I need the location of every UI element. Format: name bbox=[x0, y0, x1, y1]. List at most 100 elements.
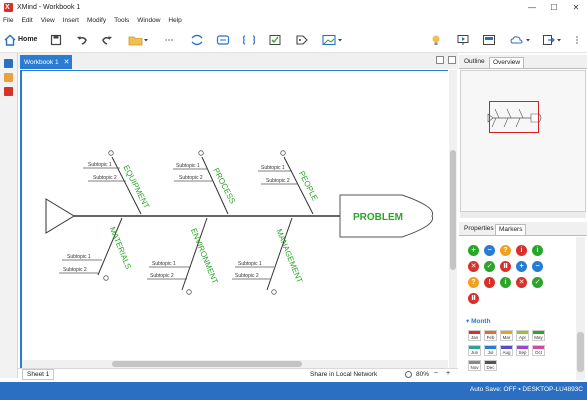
month-jul[interactable]: Jul bbox=[484, 345, 497, 356]
editor-maximize-button[interactable] bbox=[448, 56, 456, 64]
bone-environment-handle[interactable] bbox=[186, 289, 192, 295]
subtopic-process-1[interactable]: Subtopic 1 bbox=[176, 163, 200, 169]
markers-scroll-thumb[interactable] bbox=[577, 332, 584, 372]
subtopic-management-1[interactable]: Subtopic 1 bbox=[238, 261, 262, 267]
subtopic-equipment-1[interactable]: Subtopic 1 bbox=[88, 162, 112, 168]
info-green-2-marker-icon[interactable]: i bbox=[500, 277, 511, 288]
month-may[interactable]: May bbox=[532, 330, 545, 341]
x-marker-icon[interactable]: ✕ bbox=[468, 261, 479, 272]
toolbar-overflow-button[interactable] bbox=[572, 31, 582, 48]
canvas-horizontal-scrollbar[interactable] bbox=[22, 360, 448, 368]
question-marker-icon[interactable]: ? bbox=[500, 245, 511, 256]
library-icon[interactable] bbox=[4, 87, 13, 96]
month-dec[interactable]: Dec bbox=[484, 360, 497, 371]
subtopic-process-2[interactable]: Subtopic 2 bbox=[179, 175, 203, 181]
horizontal-scroll-thumb[interactable] bbox=[112, 361, 302, 367]
zoom-icon[interactable] bbox=[405, 371, 412, 378]
presentation-button[interactable] bbox=[456, 31, 470, 48]
subtopic-materials-2[interactable]: Subtopic 2 bbox=[63, 267, 87, 273]
month-aug[interactable]: Aug bbox=[500, 345, 513, 356]
bone-equipment-handle[interactable] bbox=[108, 150, 114, 156]
minimize-button[interactable]: — bbox=[521, 0, 543, 14]
add-marker-icon[interactable]: + bbox=[468, 245, 479, 256]
month-oct[interactable]: Oct bbox=[532, 345, 545, 356]
x-red-marker-icon[interactable]: ✕ bbox=[516, 277, 527, 288]
menu-edit[interactable]: Edit bbox=[21, 17, 32, 24]
bookmark-icon[interactable] bbox=[4, 73, 13, 82]
month-mar[interactable]: Mar bbox=[500, 330, 513, 341]
pause-red-marker-icon[interactable]: Ⅱ bbox=[468, 293, 479, 304]
add-blue-marker-icon[interactable]: + bbox=[516, 261, 527, 272]
menu-file[interactable]: File bbox=[3, 17, 13, 24]
tab-workbook-1[interactable]: Workbook 1 ✕ bbox=[20, 55, 72, 69]
zoom-out-button[interactable]: − bbox=[434, 370, 438, 377]
open-folder-button[interactable] bbox=[128, 31, 148, 48]
close-button[interactable]: ✕ bbox=[565, 0, 587, 14]
overview-thumbnail[interactable] bbox=[460, 70, 586, 212]
question-orange-marker-icon[interactable]: ? bbox=[468, 277, 479, 288]
subtopic-environment-1[interactable]: Subtopic 1 bbox=[152, 261, 176, 267]
save-button[interactable] bbox=[50, 31, 62, 48]
subtopic-materials-1[interactable]: Subtopic 1 bbox=[67, 254, 91, 260]
home-button[interactable]: Home bbox=[4, 31, 37, 48]
tab-overview[interactable]: Overview bbox=[489, 57, 525, 68]
tab-close-icon[interactable]: ✕ bbox=[64, 58, 70, 66]
menu-tools[interactable]: Tools bbox=[114, 17, 129, 24]
menu-insert[interactable]: Insert bbox=[63, 17, 79, 24]
subtopic-environment-2[interactable]: Subtopic 2 bbox=[150, 273, 174, 279]
markers-scrollbar[interactable] bbox=[576, 237, 585, 380]
subtopic-people-1[interactable]: Subtopic 1 bbox=[261, 165, 285, 171]
month-nov[interactable]: Nov bbox=[468, 360, 481, 371]
menu-modify[interactable]: Modify bbox=[87, 17, 106, 24]
undo-button[interactable] bbox=[76, 31, 88, 48]
alert-marker-icon[interactable]: ! bbox=[484, 277, 495, 288]
vertical-scroll-thumb[interactable] bbox=[450, 150, 456, 270]
bone-people-handle[interactable] bbox=[280, 150, 286, 156]
maximize-button[interactable]: ☐ bbox=[543, 0, 565, 14]
idea-button[interactable] bbox=[430, 31, 442, 48]
bone-process-handle[interactable] bbox=[198, 150, 204, 156]
editor-minimize-button[interactable] bbox=[436, 56, 444, 64]
viewport-frame[interactable] bbox=[489, 101, 539, 133]
category-people[interactable]: PEOPLE bbox=[297, 170, 320, 203]
boundary-button[interactable] bbox=[216, 31, 230, 48]
menu-view[interactable]: View bbox=[41, 17, 55, 24]
info-marker-icon[interactable]: i bbox=[516, 245, 527, 256]
bone-materials-handle[interactable] bbox=[103, 275, 109, 281]
minus-blue-marker-icon[interactable]: − bbox=[532, 261, 543, 272]
info-green-marker-icon[interactable]: i bbox=[532, 245, 543, 256]
subtopic-management-2[interactable]: Subtopic 2 bbox=[235, 273, 259, 279]
layout-button[interactable] bbox=[482, 31, 496, 48]
share-local-network[interactable]: Share in Local Network bbox=[310, 371, 377, 378]
check-marker-icon[interactable]: ✓ bbox=[484, 261, 495, 272]
category-equipment[interactable]: EQUIPMENT bbox=[121, 164, 151, 211]
subtopic-equipment-2[interactable]: Subtopic 2 bbox=[93, 175, 117, 181]
month-sep[interactable]: Sep bbox=[516, 345, 529, 356]
redo-button[interactable] bbox=[101, 31, 113, 48]
minus-marker-icon[interactable]: − bbox=[484, 245, 495, 256]
label-button[interactable] bbox=[295, 31, 309, 48]
map-icon[interactable] bbox=[4, 59, 13, 68]
month-apr[interactable]: Apr bbox=[516, 330, 529, 341]
note-button[interactable] bbox=[268, 31, 282, 48]
mind-map-canvas[interactable]: PROBLEM EQUIPMENT PROCESS PEOPLE Subtopi… bbox=[20, 70, 448, 368]
bone-management-handle[interactable] bbox=[271, 289, 277, 295]
export-button[interactable] bbox=[542, 31, 564, 48]
tab-outline[interactable]: Outline bbox=[461, 57, 488, 68]
more-button[interactable] bbox=[164, 31, 174, 48]
month-jan[interactable]: Jan bbox=[468, 330, 481, 341]
autosave-status[interactable]: Auto Save: OFF ▪ DESKTOP-LU4893C bbox=[470, 386, 583, 393]
check-green-marker-icon[interactable]: ✓ bbox=[532, 277, 543, 288]
menu-help[interactable]: Help bbox=[168, 17, 181, 24]
tab-properties[interactable]: Properties bbox=[461, 224, 497, 235]
month-jun[interactable]: Jun bbox=[468, 345, 481, 356]
tab-markers[interactable]: Markers bbox=[495, 224, 527, 235]
overview-scrollbar[interactable] bbox=[460, 212, 586, 218]
relationship-button[interactable] bbox=[190, 31, 204, 48]
share-button[interactable] bbox=[510, 31, 532, 48]
sheet-tab[interactable]: Sheet 1 bbox=[22, 369, 55, 380]
insert-image-button[interactable] bbox=[322, 31, 344, 48]
canvas-vertical-scrollbar[interactable] bbox=[449, 70, 457, 368]
summary-button[interactable] bbox=[242, 31, 256, 48]
pause-marker-icon[interactable]: Ⅱ bbox=[500, 261, 511, 272]
